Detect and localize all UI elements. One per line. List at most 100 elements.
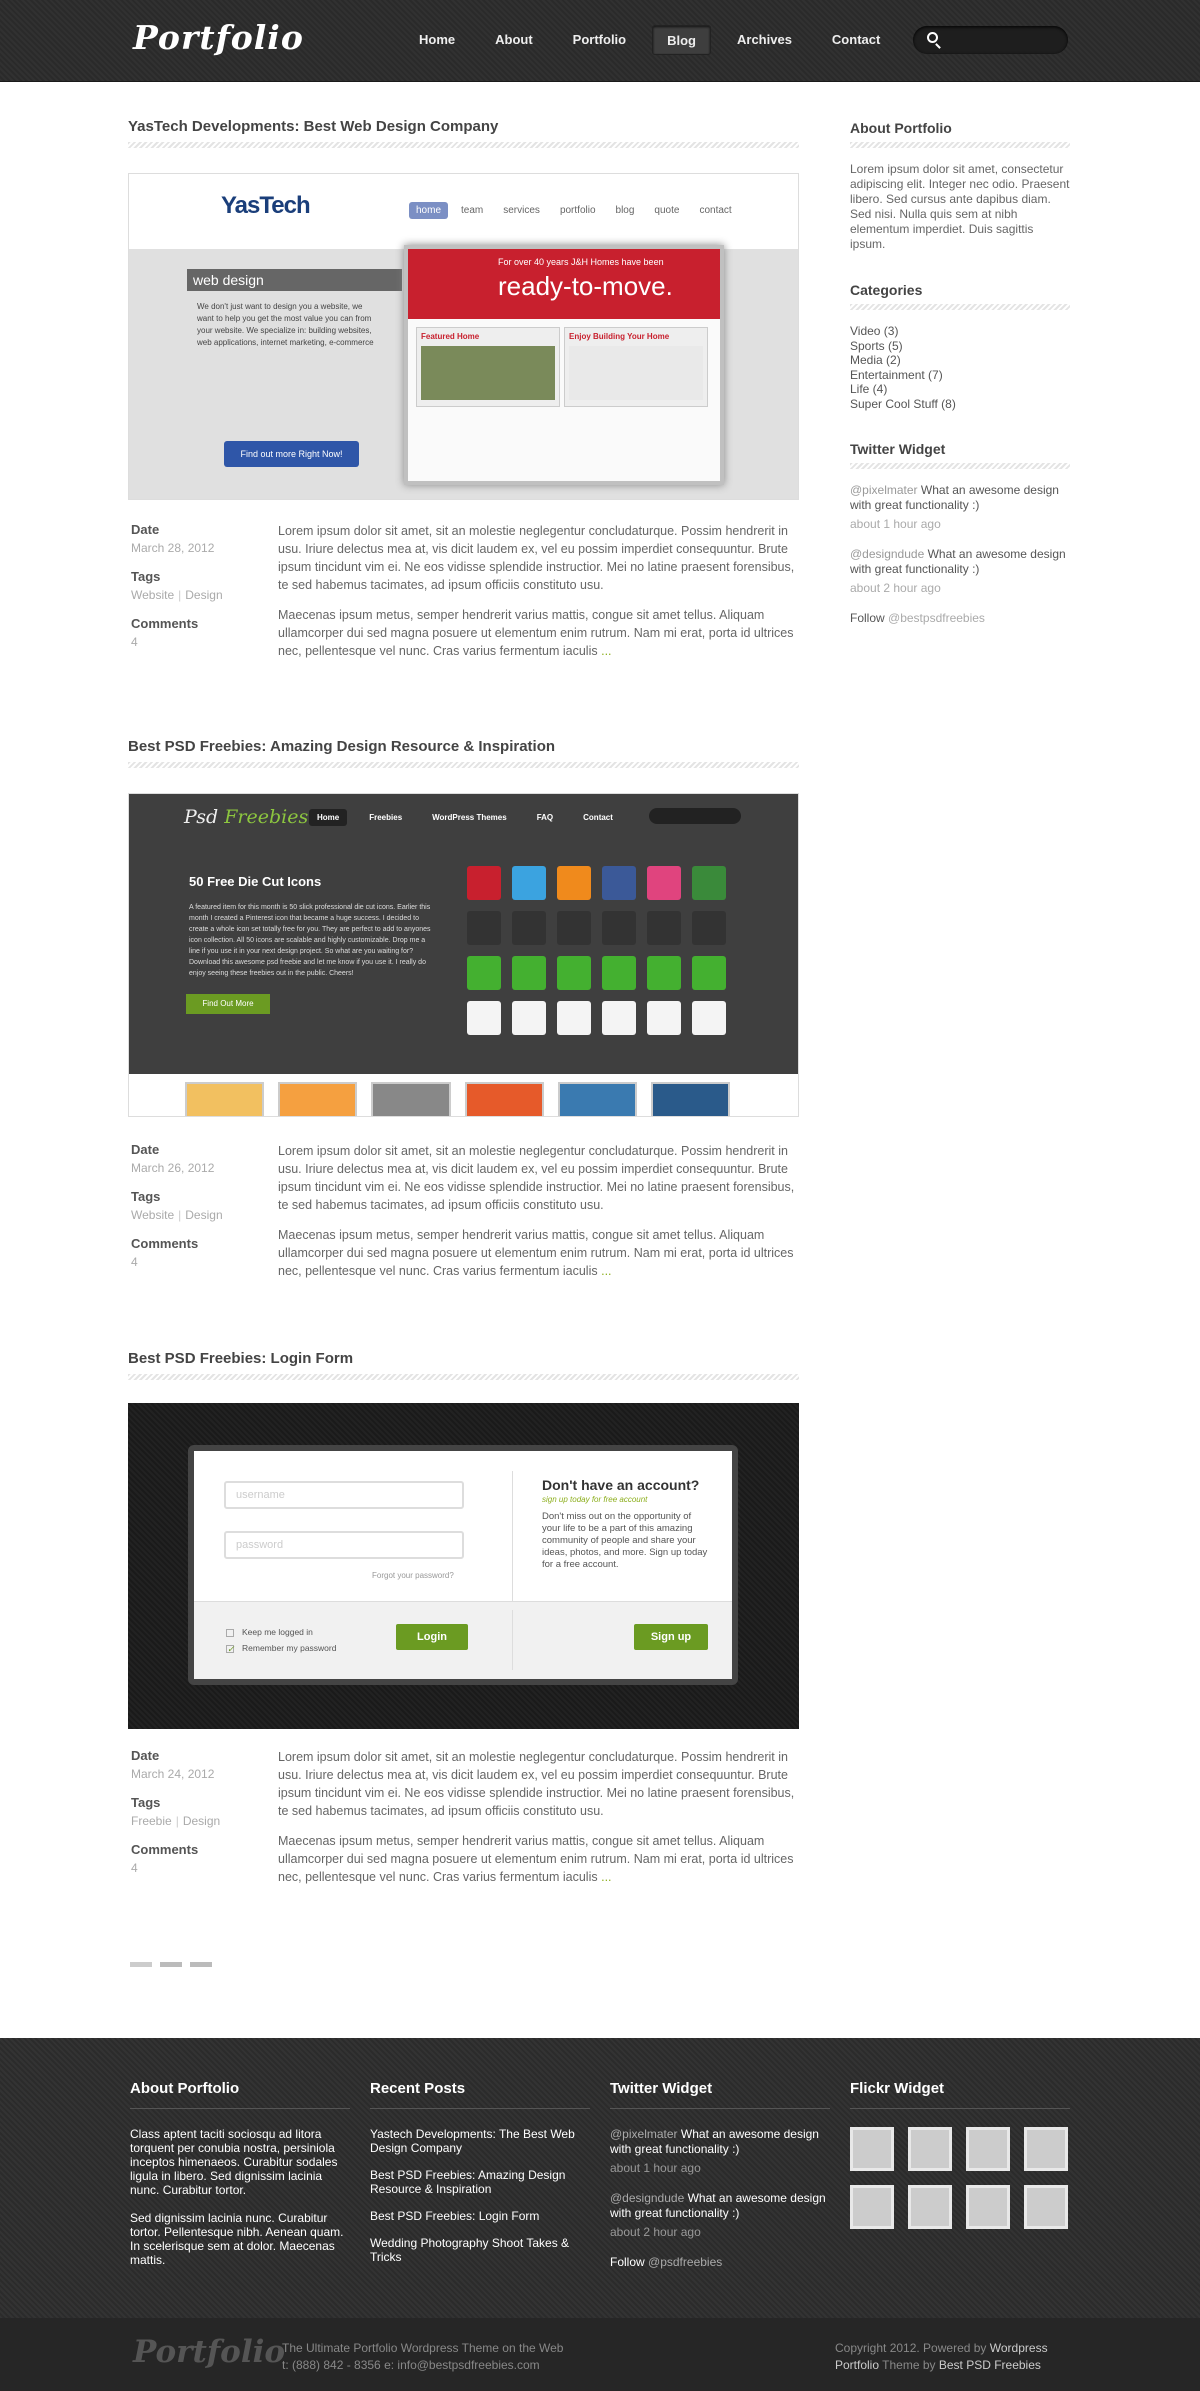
page-dot[interactable]: [160, 1962, 182, 1967]
username-field: username: [224, 1481, 464, 1509]
site-logo[interactable]: Portfolio: [133, 18, 304, 57]
follow-link[interactable]: Follow @bestpsdfreebies: [850, 611, 1070, 625]
tag-link[interactable]: Website: [131, 1208, 174, 1222]
post-paragraph: Lorem ipsum dolor sit amet, sit an moles…: [278, 1144, 795, 1212]
flickr-thumb[interactable]: [850, 2127, 894, 2171]
die-cut-icon: [602, 1001, 636, 1035]
footer-contact: t: (888) 842 - 8356 e: info@bestpsdfreeb…: [282, 2358, 540, 2372]
recent-post-link[interactable]: Wedding Photography Shoot Takes & Tricks: [370, 2236, 590, 2264]
image-nav-item: Home: [309, 809, 348, 826]
comment-count[interactable]: 4: [131, 1861, 271, 1875]
category-link[interactable]: Super Cool Stuff (8): [850, 397, 1070, 412]
tweet-user[interactable]: @designdude: [610, 2191, 684, 2205]
flickr-thumb[interactable]: [966, 2185, 1010, 2229]
tag-link[interactable]: Freebie: [131, 1814, 172, 1828]
image-heading: 50 Free Die Cut Icons: [189, 874, 322, 889]
post-image[interactable]: YasTech home team services portfolio blo…: [128, 173, 799, 500]
tag-link[interactable]: Design: [183, 1814, 220, 1828]
tag-link[interactable]: Design: [185, 588, 222, 602]
tweet-user[interactable]: @pixelmater: [850, 483, 918, 497]
icon-grid: [467, 866, 726, 1035]
nav-blog[interactable]: Blog: [652, 25, 711, 55]
bestpsdfreebies-link[interactable]: Best PSD Freebies: [939, 2358, 1041, 2372]
read-more-link[interactable]: ...: [601, 1870, 611, 1884]
die-cut-icon: [647, 956, 681, 990]
page-dot[interactable]: [190, 1962, 212, 1967]
read-more-link[interactable]: ...: [601, 644, 611, 658]
footer-twitter-title: Twitter Widget: [610, 2080, 713, 2097]
flickr-thumb[interactable]: [908, 2127, 952, 2171]
die-cut-icon: [602, 866, 636, 900]
pagination: [130, 1962, 220, 1967]
flickr-thumb[interactable]: [1024, 2185, 1068, 2229]
comments-label: Comments: [131, 616, 199, 631]
wordpress-link[interactable]: Wordpress: [990, 2341, 1048, 2355]
category-link[interactable]: Sports (5): [850, 339, 1070, 354]
post-title[interactable]: Best PSD Freebies: Amazing Design Resour…: [128, 738, 799, 762]
comment-count[interactable]: 4: [131, 1255, 271, 1269]
date-label: Date: [131, 1748, 160, 1763]
image-text: A featured item for this month is 50 sli…: [189, 904, 431, 977]
nav-portfolio[interactable]: Portfolio: [559, 25, 640, 55]
image-nav-item: home: [409, 202, 449, 219]
search-input[interactable]: [945, 30, 1060, 50]
category-link[interactable]: Media (2): [850, 353, 1070, 368]
post-date: March 28, 2012: [131, 541, 215, 555]
nav-archives[interactable]: Archives: [723, 25, 806, 55]
image-heading: web design: [187, 269, 402, 291]
tweet-user[interactable]: @designdude: [850, 547, 924, 561]
footer-flickr-title: Flickr Widget: [850, 2080, 945, 2097]
image-nav-item: portfolio: [559, 205, 596, 216]
login-button: Login: [396, 1624, 468, 1650]
die-cut-icon: [692, 956, 726, 990]
image-nav-item: team: [461, 205, 484, 216]
portfolio-link[interactable]: Portfolio: [835, 2358, 879, 2372]
sidebar-twitter-title: Twitter Widget: [850, 441, 946, 457]
nav-contact[interactable]: Contact: [818, 25, 894, 55]
category-link[interactable]: Life (4): [850, 382, 1070, 397]
tweet-user[interactable]: @pixelmater: [610, 2127, 678, 2141]
main-nav: Home About Portfolio Blog Archives Conta…: [405, 25, 906, 55]
recent-post-link[interactable]: Best PSD Freebies: Login Form: [370, 2209, 590, 2223]
category-link[interactable]: Entertainment (7): [850, 368, 1070, 383]
image-nav-item: blog: [615, 205, 635, 216]
image-button: Find out more Right Now!: [224, 441, 359, 467]
die-cut-icon: [602, 956, 636, 990]
post-title[interactable]: Best PSD Freebies: Login Form: [128, 1350, 799, 1374]
flickr-thumb[interactable]: [1024, 2127, 1068, 2171]
flickr-thumb[interactable]: [908, 2185, 952, 2229]
tag-link[interactable]: Website: [131, 588, 174, 602]
search-icon[interactable]: [927, 32, 938, 43]
die-cut-icon: [512, 866, 546, 900]
footer-twitter: Twitter Widget @pixelmater What an aweso…: [610, 2080, 830, 2269]
recent-post-link[interactable]: Best PSD Freebies: Amazing Design Resour…: [370, 2168, 590, 2196]
flickr-thumb[interactable]: [966, 2127, 1010, 2171]
forgot-password-link: Forgot your password?: [372, 1571, 454, 1580]
image-nav: Home Freebies WordPress Themes FAQ Conta…: [309, 809, 635, 826]
image-nav-item: Freebies: [369, 813, 403, 822]
flickr-thumb[interactable]: [850, 2185, 894, 2229]
footer-logo[interactable]: Portfolio: [133, 2334, 285, 2370]
page-dot[interactable]: [130, 1962, 152, 1967]
post-title[interactable]: YasTech Developments: Best Web Design Co…: [128, 118, 799, 142]
nav-about[interactable]: About: [481, 25, 547, 55]
post-image[interactable]: username password Forgot your password? …: [128, 1403, 799, 1729]
tweet-time: about 2 hour ago: [610, 2225, 701, 2239]
blog-post: Best PSD Freebies: Amazing Design Resour…: [128, 738, 799, 1278]
die-cut-icon: [647, 911, 681, 945]
signup-button: Sign up: [634, 1624, 708, 1650]
follow-link[interactable]: Follow @psdfreebies: [610, 2255, 830, 2269]
post-image[interactable]: Psd Freebies Home Freebies WordPress The…: [128, 793, 799, 1117]
tag-link[interactable]: Design: [185, 1208, 222, 1222]
read-more-link[interactable]: ...: [601, 1264, 611, 1278]
nav-home[interactable]: Home: [405, 25, 469, 55]
tweet: @designdude What an awesome design with …: [610, 2191, 826, 2220]
site-header: Portfolio Home About Portfolio Blog Arch…: [0, 0, 1200, 82]
category-link[interactable]: Video (3): [850, 324, 1070, 339]
post-meta: Date March 28, 2012 Tags Website | Design …: [131, 522, 271, 663]
die-cut-icon: [467, 911, 501, 945]
recent-post-link[interactable]: Yastech Developments: The Best Web Desig…: [370, 2127, 590, 2155]
keep-logged-checkbox: Keep me logged in: [226, 1627, 313, 1637]
comment-count[interactable]: 4: [131, 635, 271, 649]
tweet: @pixelmater What an awesome design with …: [610, 2127, 819, 2156]
